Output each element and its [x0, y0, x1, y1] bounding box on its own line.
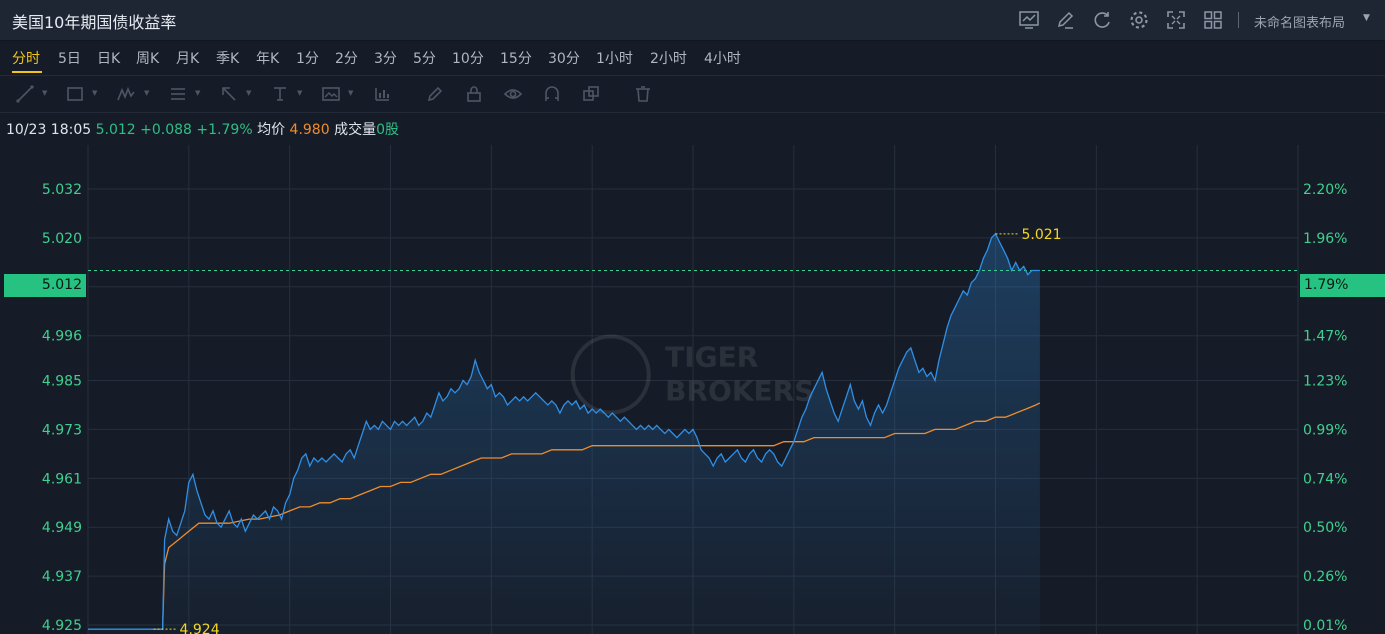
- chevron-down-icon[interactable]: ▼: [92, 89, 97, 97]
- text-tool-icon[interactable]: [270, 84, 290, 104]
- chevron-down-icon[interactable]: ▼: [195, 89, 200, 97]
- magnet-icon[interactable]: [542, 84, 562, 104]
- y-tick-label-right: 2.20%: [1303, 182, 1347, 198]
- current-price-tag: 5.012: [4, 274, 86, 297]
- tab-period-8[interactable]: 2分: [335, 48, 358, 68]
- toolbar-divider: [1238, 12, 1239, 28]
- avg-price-label: 均价: [257, 122, 286, 138]
- volume-value: 0股: [376, 122, 400, 138]
- watermark-text: BROKERS: [665, 375, 814, 408]
- chevron-down-icon[interactable]: ▼: [246, 89, 251, 97]
- chart-title: 美国10年期国债收益率: [12, 13, 177, 32]
- quote-info-bar: 10/23 18:05 5.012 +0.088 +1.79% 均价 4.980…: [6, 119, 399, 139]
- y-tick-label-right: 0.74%: [1303, 471, 1347, 487]
- trend-line-icon[interactable]: [15, 84, 35, 104]
- image-annotation-icon[interactable]: [321, 84, 341, 104]
- tab-period-2[interactable]: 日K: [97, 48, 120, 68]
- arrow-icon[interactable]: [219, 84, 239, 104]
- intraday-chart[interactable]: 5.0322.20%5.0201.96%5.0081.71%4.9961.47%…: [0, 140, 1385, 634]
- tab-period-10[interactable]: 5分: [413, 48, 436, 68]
- active-tab-indicator: [12, 71, 42, 73]
- y-tick-label-right: 0.50%: [1303, 520, 1347, 536]
- tab-period-14[interactable]: 1小时: [596, 48, 633, 68]
- y-tick-label-right: 0.26%: [1303, 569, 1347, 585]
- tab-period-6[interactable]: 年K: [256, 48, 279, 68]
- y-tick-label-right: 1.96%: [1303, 231, 1347, 247]
- tab-period-9[interactable]: 3分: [374, 48, 397, 68]
- wave-pattern-icon[interactable]: [116, 84, 136, 104]
- layout-selector[interactable]: 未命名图表布局: [1254, 12, 1345, 31]
- tab-period-0[interactable]: 分时: [12, 48, 40, 68]
- refresh-icon[interactable]: [1091, 9, 1113, 31]
- tab-period-7[interactable]: 1分: [296, 48, 319, 68]
- tab-period-4[interactable]: 月K: [176, 48, 199, 68]
- tab-period-5[interactable]: 季K: [216, 48, 239, 68]
- y-tick-label-right: 0.01%: [1303, 618, 1347, 634]
- y-tick-label: 4.961: [42, 471, 82, 487]
- tab-period-12[interactable]: 15分: [500, 48, 532, 68]
- volume-label: 成交量: [334, 122, 377, 138]
- lock-icon[interactable]: [464, 84, 484, 104]
- chevron-down-icon[interactable]: ▼: [348, 89, 353, 97]
- quote-change-pct: +1.79%: [196, 122, 253, 138]
- low-price-label: 4.924: [180, 622, 220, 634]
- tab-period-13[interactable]: 30分: [548, 48, 580, 68]
- fibonacci-icon[interactable]: [168, 84, 188, 104]
- fullscreen-icon[interactable]: [1165, 9, 1187, 31]
- quote-datetime: 10/23 18:05: [6, 122, 92, 138]
- y-tick-label-right: 1.47%: [1303, 329, 1347, 345]
- y-tick-label: 4.937: [42, 569, 82, 585]
- trash-icon[interactable]: [633, 84, 653, 104]
- high-price-label: 5.021: [1022, 227, 1062, 243]
- y-tick-label: 4.925: [42, 618, 82, 634]
- layers-icon[interactable]: [581, 84, 601, 104]
- quote-price: 5.012: [95, 122, 136, 138]
- current-pct-tag: 1.79%: [1300, 274, 1385, 297]
- chevron-down-icon[interactable]: ▼: [144, 89, 149, 97]
- draw-icon[interactable]: [1054, 9, 1076, 31]
- y-tick-label: 4.973: [42, 422, 82, 438]
- y-tick-label: 5.032: [42, 182, 82, 198]
- eye-icon[interactable]: [503, 84, 523, 104]
- chevron-down-icon[interactable]: ▼: [42, 89, 47, 97]
- y-tick-label: 4.985: [42, 374, 82, 390]
- tab-period-16[interactable]: 4小时: [704, 48, 741, 68]
- drawing-toolbar: ▼ ▼ ▼ ▼ ▼ ▼ ▼: [0, 76, 1385, 113]
- avg-price-value: 4.980: [289, 122, 330, 138]
- tab-period-11[interactable]: 10分: [452, 48, 484, 68]
- tab-period-1[interactable]: 5日: [58, 48, 81, 68]
- tiger-logo-icon: [570, 334, 651, 415]
- settings-icon[interactable]: [1128, 9, 1150, 31]
- tab-period-15[interactable]: 2小时: [650, 48, 687, 68]
- period-tabs: 分时 5日 日K 周K 月K 季K 年K 1分 2分 3分 5分 10分 15分 30分 1小时 2小时 4小时: [0, 41, 1385, 76]
- tab-period-3[interactable]: 周K: [136, 48, 159, 68]
- grid-layout-icon[interactable]: [1202, 9, 1224, 31]
- y-tick-label: 4.996: [42, 329, 82, 345]
- y-tick-label: 5.020: [42, 231, 82, 247]
- watermark: TIGERBROKERS: [570, 334, 814, 415]
- y-tick-label-right: 1.23%: [1303, 374, 1347, 390]
- indicator-icon[interactable]: [372, 84, 392, 104]
- chevron-down-icon[interactable]: ▼: [297, 89, 302, 97]
- pen-icon[interactable]: [425, 84, 445, 104]
- quote-change: +0.088: [140, 122, 192, 138]
- watermark-text: TIGER: [665, 341, 758, 374]
- y-tick-label: 4.949: [42, 520, 82, 536]
- chart-type-icon[interactable]: [1018, 9, 1040, 31]
- title-bar: 美国10年期国债收益率 未命名图表布局 ▼: [0, 0, 1385, 41]
- y-tick-label-right: 0.99%: [1303, 422, 1347, 438]
- chevron-down-icon[interactable]: ▼: [1363, 13, 1370, 23]
- rectangle-icon[interactable]: [65, 84, 85, 104]
